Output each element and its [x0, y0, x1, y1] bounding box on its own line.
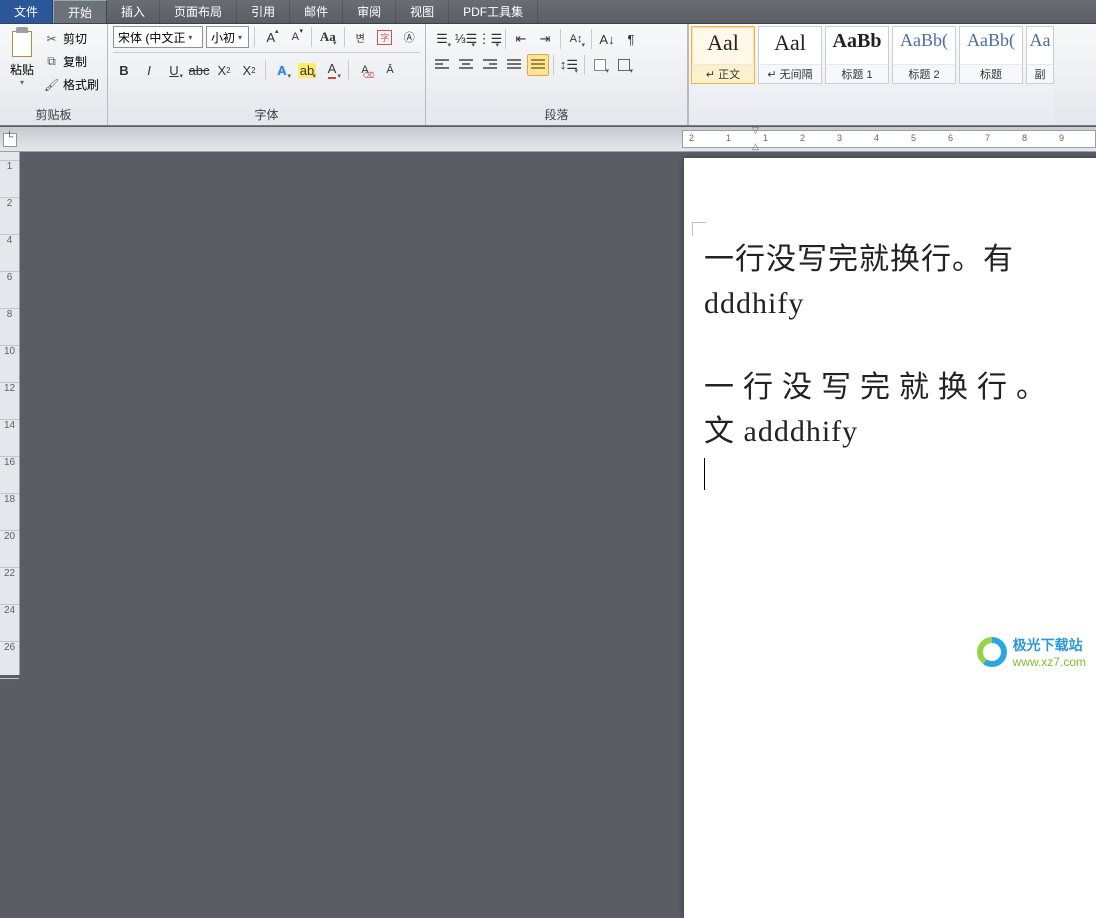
page-margin-corner-icon — [692, 222, 706, 236]
tab-view[interactable]: 视图 — [396, 0, 449, 23]
group-font: 宋体 (中文正▾ 小初▾ A▴ A▾ Aa▾ 변 字 Ⓐ B I U▾ abc — [108, 24, 426, 125]
char-border-button[interactable]: 字 — [374, 26, 396, 48]
paste-label: 粘贴 — [10, 61, 34, 78]
bold-button[interactable]: B — [113, 59, 135, 81]
doc-para2-line2: 文 adddhify — [704, 410, 1096, 454]
bullets-button[interactable]: ☰▾ — [431, 28, 453, 50]
show-marks-button[interactable]: ¶ — [620, 28, 642, 50]
text-effects-button[interactable]: A▾ — [271, 59, 293, 81]
group-clipboard-title: 剪贴板 — [5, 104, 102, 125]
align-distribute-button[interactable] — [527, 54, 549, 76]
copy-icon: ⧉ — [44, 55, 59, 69]
paste-button[interactable]: 粘贴 ▾ — [5, 26, 39, 87]
style-heading1[interactable]: AaBb 标题 1 — [825, 26, 889, 84]
tab-file[interactable]: 文件 — [0, 0, 53, 23]
style-no-spacing[interactable]: Aal ↵ 无间隔 — [758, 26, 822, 84]
document-page[interactable]: 一行没写完就换行。有 dddhify 一行没写完就换行。 文 adddhify — [684, 158, 1096, 918]
sort-button[interactable]: A↓ — [596, 28, 618, 50]
underline-button[interactable]: U▾ — [163, 59, 185, 81]
ribbon: 粘贴 ▾ ✂ 剪切 ⧉ 复制 🖌 格式刷 剪贴板 — [0, 24, 1096, 126]
group-paragraph: ☰▾ ⅓☰▾ ⋮☰▾ ⇤ ⇥ A↕▾ A↓ ¶ — [426, 24, 688, 125]
group-font-title: 字体 — [113, 104, 420, 125]
change-case-button[interactable]: Aa▾ — [317, 26, 339, 48]
line-spacing-button[interactable]: ↕☰▾ — [558, 54, 580, 76]
menu-tabs: 文件 开始 插入 页面布局 引用 邮件 审阅 视图 PDF工具集 — [0, 0, 1096, 24]
shrink-font-button[interactable]: A▾ — [285, 26, 307, 48]
tab-pdf[interactable]: PDF工具集 — [449, 0, 538, 23]
style-heading2[interactable]: AaBb( 标题 2 — [892, 26, 956, 84]
paste-dropdown-icon[interactable]: ▾ — [20, 78, 24, 87]
highlight-button[interactable]: ab▾ — [296, 59, 318, 81]
group-clipboard: 粘贴 ▾ ✂ 剪切 ⧉ 复制 🖌 格式刷 剪贴板 — [0, 24, 108, 125]
tab-mail[interactable]: 邮件 — [290, 0, 343, 23]
grow-font-button[interactable]: A▴ — [260, 26, 282, 48]
doc-line-2: dddhify — [704, 282, 1096, 326]
clear-format-button[interactable]: A⌫ — [354, 59, 376, 81]
ruler-vertical[interactable]: 1246810121416182022242628 — [0, 152, 20, 675]
text-direction-button[interactable]: A↕▾ — [565, 28, 587, 50]
style-subtitle[interactable]: Aa 副 — [1026, 26, 1054, 84]
watermark-logo-icon — [977, 637, 1007, 667]
clipboard-icon — [9, 27, 35, 61]
watermark-line1: 极光下载站 — [1013, 635, 1086, 655]
strikethrough-button[interactable]: abc — [188, 59, 210, 81]
group-paragraph-title: 段落 — [431, 104, 682, 125]
font-color-button[interactable]: A▾ — [321, 59, 343, 81]
italic-button[interactable]: I — [138, 59, 160, 81]
indent-increase-button[interactable]: ⇥ — [534, 28, 556, 50]
watermark-line2: www.xz7.com — [1013, 655, 1086, 669]
text-cursor-icon — [704, 458, 705, 490]
align-left-button[interactable] — [431, 54, 453, 76]
align-center-button[interactable] — [455, 54, 477, 76]
numbering-button[interactable]: ⅓☰▾ — [455, 28, 477, 50]
pinyin-guide-button[interactable]: 변 — [349, 26, 371, 48]
ruler-horizontal[interactable]: 21123456789101 ▽ △ — [0, 126, 1096, 152]
shading-button[interactable]: ▾ — [589, 54, 611, 76]
enclose-char-button[interactable]: Ⓐ — [398, 26, 420, 48]
indent-decrease-button[interactable]: ⇤ — [510, 28, 532, 50]
subscript-button[interactable]: X2 — [213, 59, 235, 81]
tab-insert[interactable]: 插入 — [107, 0, 160, 23]
watermark: 极光下载站 www.xz7.com — [977, 635, 1086, 669]
tab-home[interactable]: 开始 — [53, 0, 107, 23]
align-right-button[interactable] — [479, 54, 501, 76]
font-family-combo[interactable]: 宋体 (中文正▾ — [113, 26, 203, 48]
align-justify-button[interactable] — [503, 54, 525, 76]
tab-selector[interactable] — [3, 133, 17, 147]
tab-layout[interactable]: 页面布局 — [160, 0, 237, 23]
doc-line-1: 一行没写完就换行。有 — [704, 238, 1096, 282]
document-workspace[interactable]: 一行没写完就换行。有 dddhify 一行没写完就换行。 文 adddhify — [20, 152, 1096, 675]
multilevel-button[interactable]: ⋮☰▾ — [479, 28, 501, 50]
style-title[interactable]: AaBb( 标题 — [959, 26, 1023, 84]
cut-button[interactable]: ✂ 剪切 — [42, 29, 101, 48]
superscript-button[interactable]: X2 — [238, 59, 260, 81]
char-shading-button[interactable]: Ā — [379, 59, 401, 81]
copy-button[interactable]: ⧉ 复制 — [42, 52, 101, 71]
brush-icon: 🖌 — [44, 78, 59, 92]
doc-para2-line1: 一行没写完就换行。 — [704, 366, 1096, 410]
borders-button[interactable]: ▾ — [613, 54, 635, 76]
scissors-icon: ✂ — [44, 32, 59, 46]
format-painter-button[interactable]: 🖌 格式刷 — [42, 75, 101, 94]
tab-review[interactable]: 审阅 — [343, 0, 396, 23]
font-size-combo[interactable]: 小初▾ — [206, 26, 249, 48]
style-normal[interactable]: Aal ↵ 正文 — [691, 26, 755, 84]
group-styles: Aal ↵ 正文 Aal ↵ 无间隔 AaBb 标题 1 AaBb( 标题 2 … — [688, 24, 1054, 125]
tab-reference[interactable]: 引用 — [237, 0, 290, 23]
